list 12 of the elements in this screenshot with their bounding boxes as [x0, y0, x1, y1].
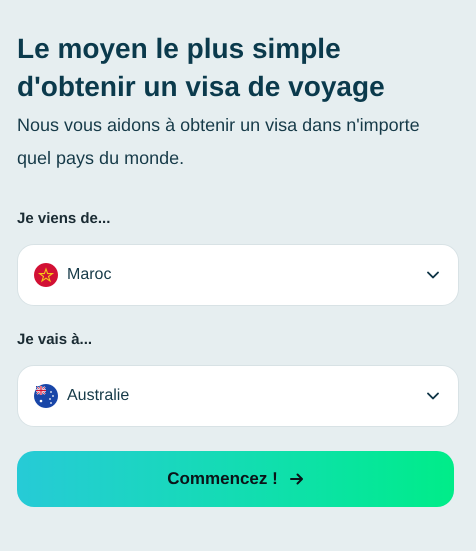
- flag-icon: [34, 384, 58, 408]
- subtitle: Nous vous aidons à obtenir un visa dans n'importe quel pays du monde.: [17, 114, 421, 170]
- arrow-right-icon: [290, 473, 304, 485]
- field-label: Je vais à...: [17, 330, 94, 350]
- chevron-down-icon: [427, 392, 439, 400]
- chevron-down-icon: [427, 271, 439, 279]
- country-select[interactable]: Maroc: [17, 244, 459, 306]
- start-button[interactable]: Commencez !: [17, 451, 454, 507]
- field-label: Je viens de...: [17, 209, 112, 229]
- flag-icon: [34, 263, 58, 287]
- country-select[interactable]: Australie: [17, 365, 459, 427]
- heading: Le moyen le plus simple d'obtenir un visa de voyage: [17, 32, 386, 104]
